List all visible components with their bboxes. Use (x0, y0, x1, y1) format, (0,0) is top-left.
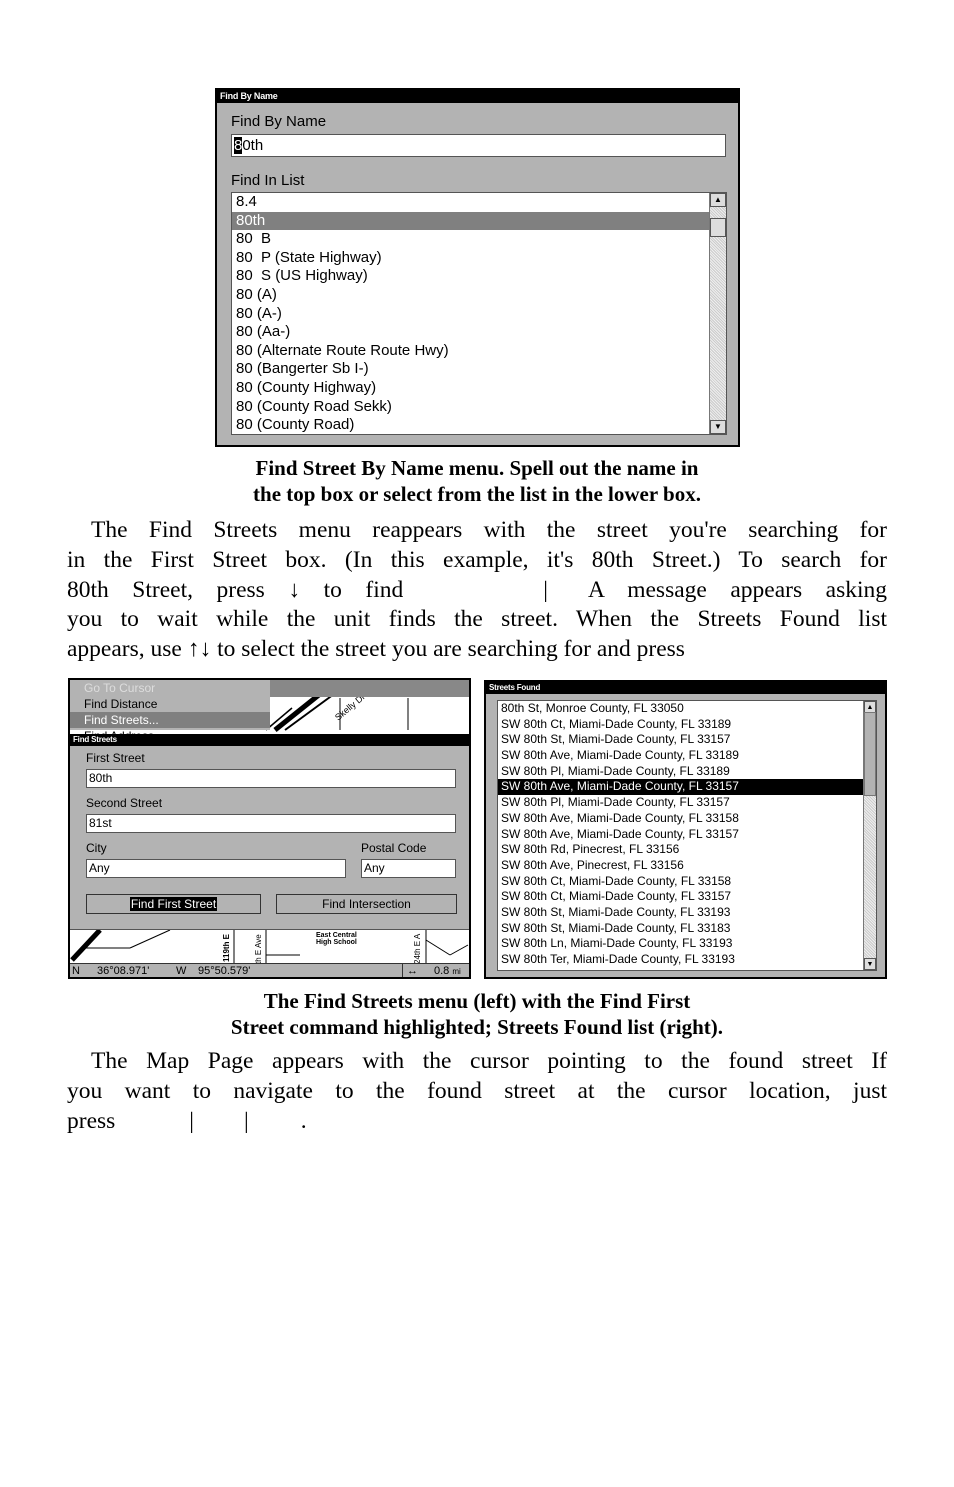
find-streets-screen: Skelly Dr Go To Cursor Find Distance Find … (68, 678, 471, 979)
text: | (244, 1108, 249, 1134)
para1-line1: The Find Streets menu reappears with the… (91, 517, 887, 543)
street-result-item[interactable]: SW 80th Ave, Miami-Dade County, FL 33158 (498, 811, 863, 827)
city-input[interactable]: Any (86, 859, 346, 878)
second-street-input[interactable]: 81st (86, 814, 456, 833)
list-item[interactable]: 80 (County Highway) (232, 379, 709, 398)
input-text: 0th (242, 137, 264, 154)
window-title: Find By Name (217, 90, 738, 103)
text: | (543, 577, 549, 603)
list-item[interactable]: 80 (Aa-) (232, 323, 709, 342)
street-result-item[interactable]: 80th St, Monroe County, FL 33050 (498, 701, 863, 717)
city-label: City (86, 841, 107, 855)
menu-item[interactable]: Find Streets... (70, 712, 270, 728)
scale-value: 0.8 mi (434, 964, 461, 977)
streets-found-list[interactable]: 80th St, Monroe County, FL 33050 SW 80th … (497, 700, 877, 971)
latitude: 36°08.971' (97, 965, 150, 977)
menu-item[interactable]: Go To Cursor (70, 680, 270, 696)
street-result-item[interactable]: SW 80th Ave, Pinecrest, FL 33156 (498, 858, 863, 874)
lat-hemisphere: N (72, 965, 80, 977)
map-label: th E Ave (254, 934, 263, 964)
list-item[interactable]: 80 (Alternate Route Route Hwy) (232, 342, 709, 361)
street-result-item[interactable]: SW 80th Ct, Miami-Dade County, FL 33189 (498, 717, 863, 733)
status-bar: N 36°08.971' W 95°50.579' ↔ 0.8 mi (70, 963, 469, 977)
scale-number: 0.8 (434, 965, 450, 977)
arrow-down-icon[interactable]: ▼ (710, 420, 726, 434)
para2-line3: press | |. (67, 1106, 887, 1136)
para1-line2: in the First Street box. (In this exampl… (67, 547, 887, 573)
text: . (300, 1108, 307, 1134)
para2-line1: The Map Page appears with the cursor poi… (91, 1048, 887, 1074)
find-in-list[interactable]: 8.4 80th 80 B 80 P (State Highway) 80 S (US … (231, 192, 727, 435)
street-result-item[interactable]: SW 80th Ln, Miami-Dade County, FL 33193 (498, 936, 863, 952)
para2-line2: you want to navigate to the found street… (67, 1078, 887, 1104)
postal-code-input[interactable]: Any (361, 859, 456, 878)
list-item[interactable]: 8.4 (232, 193, 709, 212)
second-street-label: Second Street (86, 796, 163, 810)
caption-1-line-2: the top box or select from the list in t… (253, 482, 701, 506)
text: A message appears asking (588, 577, 887, 603)
find-in-list-label: Find In List (231, 172, 305, 189)
dialog-title: Find Streets (70, 734, 469, 746)
street-result-item[interactable]: SW 80th Ave, Miami-Dade County, FL 33189 (498, 748, 863, 764)
scrollbar[interactable]: ▲ ▼ (709, 193, 726, 434)
scrollbar[interactable]: ▲ ▼ (863, 701, 876, 970)
street-result-item[interactable]: SW 80th Ct, Miami-Dade County, FL 33157 (498, 889, 863, 905)
street-result-item[interactable]: SW 80th Ter, Miami-Dade County, FL 33193 (498, 952, 863, 968)
street-result-item[interactable]: SW 80th Ct, Miami-Dade County, FL 33158 (498, 874, 863, 890)
find-by-name-label: Find By Name (231, 113, 327, 130)
scale-unit: mi (452, 967, 461, 976)
list-item[interactable]: 80 B (232, 230, 709, 249)
postal-code-label: Postal Code (361, 841, 427, 855)
street-result-item[interactable]: SW 80th Pl, Miami-Dade County, FL 33189 (498, 764, 863, 780)
find-intersection-button[interactable]: Find Intersection (276, 894, 457, 914)
street-result-item[interactable]: SW 80th Ave, Miami-Dade County, FL 33157 (498, 779, 863, 796)
lon-hemisphere: W (176, 965, 187, 977)
find-by-name-window: Find By Name Find By Name 80th Find In L… (215, 88, 740, 447)
caption-2-line-2: Street command highlighted; Streets Foun… (230, 1015, 724, 1039)
arrow-up-icon[interactable]: ▲ (710, 193, 726, 207)
street-result-item[interactable]: SW 80th St, Miami-Dade County, FL 33157 (498, 732, 863, 748)
longitude: 95°50.579' (198, 965, 251, 977)
street-result-item[interactable]: SW 80th Rd, Pinecrest, FL 33156 (498, 842, 863, 858)
button-label: Find First Street (129, 897, 218, 911)
street-result-item[interactable]: SW 80th Ave, Miami-Dade County, FL 33157 (498, 827, 863, 843)
map-label: 119th E (222, 933, 231, 962)
first-street-label: First Street (86, 751, 145, 765)
find-first-street-button[interactable]: Find First Street (86, 894, 261, 914)
list-item[interactable]: 80 (A-) (232, 305, 709, 324)
first-street-input[interactable]: 80th (86, 769, 456, 788)
para1-line4: you to wait while the unit finds the str… (67, 606, 887, 632)
list-item[interactable]: 80 (A) (232, 286, 709, 305)
list-item[interactable]: 80 S (US Highway) (232, 267, 709, 286)
text: press (67, 1108, 116, 1134)
text: 80th Street, press ↓ to find (67, 577, 404, 603)
caption-1-line-1: Find Street By Name menu. Spell out the … (255, 456, 699, 480)
caption-2-line-1: The Find Streets menu (left) with the Fi… (263, 989, 691, 1013)
menu-item[interactable]: Find Distance (70, 696, 270, 712)
list-item[interactable]: 80 P (State Highway) (232, 249, 709, 268)
map-label: 24th E A (413, 933, 422, 964)
list-item[interactable]: 80 (Bangerter Sb I-) (232, 360, 709, 379)
list-item[interactable]: 80 (County Road Sekk) (232, 398, 709, 417)
text: | (189, 1108, 195, 1134)
street-result-item[interactable]: SW 80th Pl, Miami-Dade County, FL 33157 (498, 795, 863, 811)
list-item[interactable]: 80 (County Road) (232, 416, 709, 434)
arrow-down-icon[interactable]: ▼ (864, 958, 876, 970)
menu: Go To Cursor Find Distance Find Streets...… (70, 680, 270, 743)
find-streets-dialog: Find Streets First Street 80th Second St… (70, 734, 469, 930)
scroll-thumb[interactable] (710, 218, 726, 237)
street-result-item[interactable]: SW 80th St, Miami-Dade County, FL 33183 (498, 921, 863, 937)
street-result-item[interactable]: SW 80th St, Miami-Dade County, FL 33193 (498, 905, 863, 921)
streets-found-window: Streets Found 80th St, Monroe County, FL… (484, 680, 887, 979)
map-header-bar (270, 680, 469, 697)
map-label: High School (316, 939, 357, 946)
para1-line5: appears, use ↑↓ to select the street you… (67, 636, 685, 662)
para1-line3: 80th Street, press ↓ to find | A message a… (67, 575, 887, 605)
scroll-thumb[interactable] (864, 712, 876, 796)
find-by-name-input[interactable]: 80th (231, 134, 726, 157)
list-item[interactable]: 80th (232, 211, 709, 231)
window-title: Streets Found (486, 682, 885, 694)
